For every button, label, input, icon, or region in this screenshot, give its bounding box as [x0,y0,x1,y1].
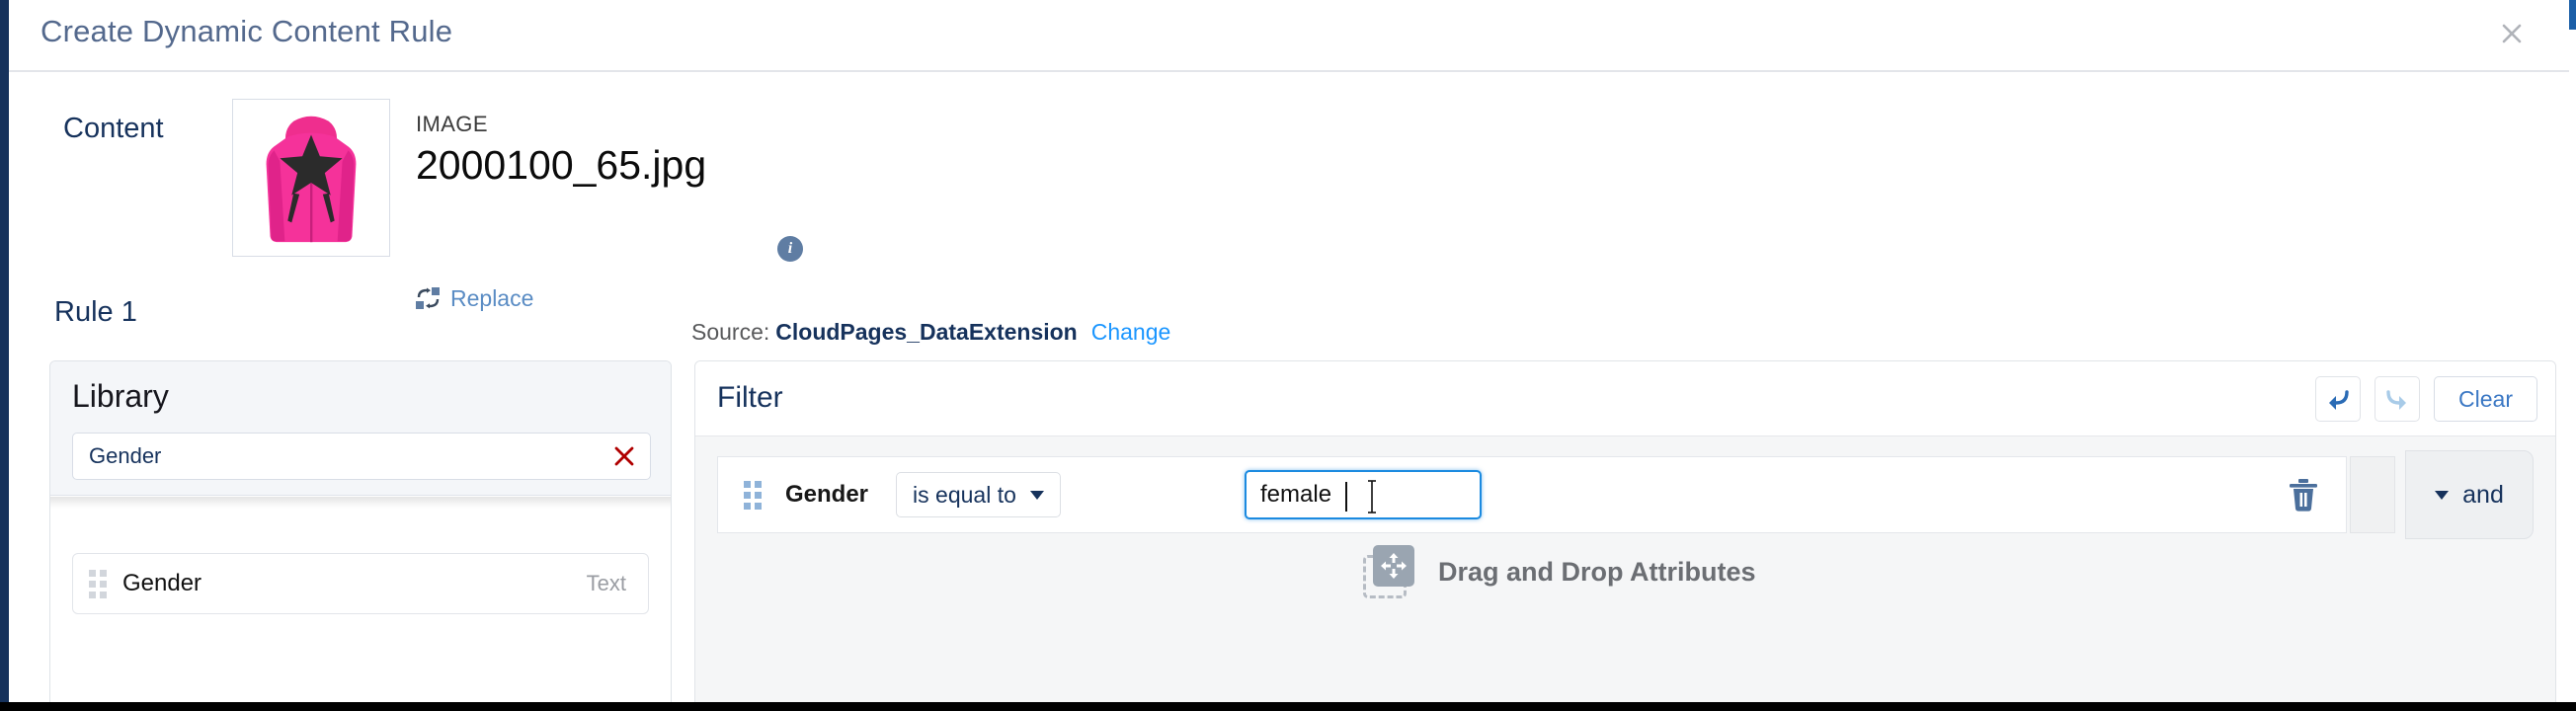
trash-icon[interactable] [2287,477,2320,513]
value-input[interactable] [1258,480,1456,510]
close-icon[interactable] [2494,16,2530,51]
chevron-down-icon [2435,490,2450,500]
operator-label: is equal to [913,481,1016,508]
filter-field-name: Gender [785,481,869,508]
undo-arrow-icon[interactable] [2315,376,2362,422]
filter-row: Gender is equal to [717,456,2347,533]
library-title: Library [72,378,169,414]
modal-header: Create Dynamic Content Rule [9,0,2569,72]
drag-drop-icon [1363,545,1416,598]
replace-icon [416,286,442,312]
source-value: CloudPages_DataExtension [775,319,1078,345]
attribute-type: Text [586,571,626,595]
filter-value-field[interactable] [1245,470,1482,519]
drag-handle-icon[interactable] [89,569,107,598]
chevron-down-icon [1029,490,1044,500]
attribute-name: Gender [122,570,202,596]
dropzone-label: Drag and Drop Attributes [1438,556,1756,587]
logic-operator-button[interactable]: and [2405,450,2534,539]
info-icon[interactable]: i [777,236,803,262]
page-title: Create Dynamic Content Rule [40,14,453,48]
asset-thumbnail[interactable] [232,99,390,257]
filter-title: Filter [717,381,783,414]
library-header: Library [50,361,671,496]
library-attribute-list: Gender Text [50,497,671,702]
text-cursor [1345,482,1347,512]
source-line: Source: CloudPages_DataExtension Change [691,319,1170,346]
filter-row-drag-handle-icon[interactable] [744,480,762,510]
asset-kind-label: IMAGE [416,112,488,136]
redo-arrow-icon[interactable] [2375,376,2421,422]
library-panel: Library Gender Text [49,360,672,703]
content-section: Content IMAGE 2000100_65.jpg i Replace [9,73,2569,311]
filter-row-spacer [2350,456,2395,533]
app-right-rail [2569,0,2576,30]
asset-name: 2000100_65.jpg [416,142,707,188]
clear-x-icon[interactable] [610,442,638,470]
rule-title: Rule 1 [54,296,137,328]
filter-header-actions: Clear [2315,376,2537,422]
clear-button[interactable]: Clear [2434,376,2537,422]
filter-header: Filter Clear [695,361,2555,436]
bottom-bar [0,702,2576,711]
library-search-box[interactable] [72,433,651,480]
attribute-dropzone[interactable]: Drag and Drop Attributes [1363,545,1756,598]
dynamic-content-rule-modal: Create Dynamic Content Rule Content IMAG… [0,0,2576,711]
filter-panel: Filter Clear Gender is equal to female a… [694,360,2556,703]
operator-dropdown[interactable]: is equal to [896,472,1061,517]
ibeam-pointer-icon [1365,478,1379,515]
source-change-link[interactable]: Change [1091,319,1171,345]
app-left-rail [0,0,9,711]
list-top-shadow [50,497,671,509]
search-input[interactable] [87,434,591,479]
source-label: Source: [691,319,770,345]
content-label: Content [63,113,164,144]
list-item[interactable]: Gender Text [72,553,649,614]
replace-button[interactable]: Replace [416,285,533,312]
logic-operator-label: and [2462,480,2504,509]
replace-label: Replace [450,285,534,311]
